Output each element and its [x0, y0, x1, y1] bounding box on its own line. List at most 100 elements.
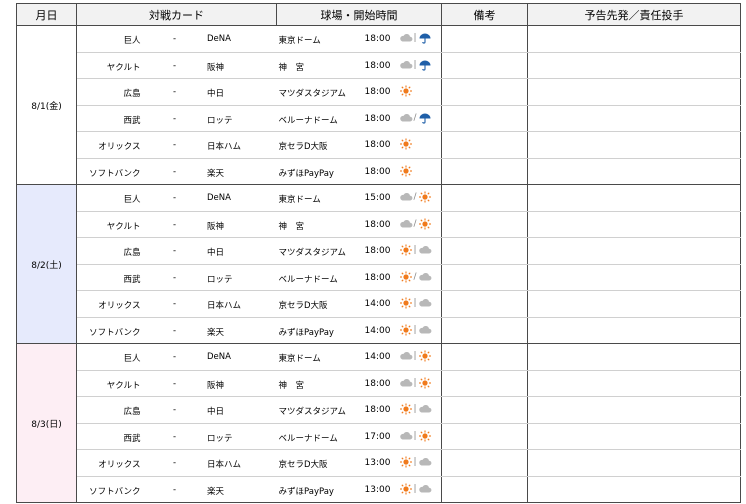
stadium: 京セラD大阪: [278, 460, 328, 471]
start-time: 14:00: [364, 325, 391, 336]
start-time: 18:00: [364, 166, 391, 177]
start-time: 18:00: [364, 246, 391, 257]
pitchers-cell: [527, 25, 741, 53]
pitchers-cell: [527, 78, 741, 106]
home-team: ソフトバンク: [89, 327, 141, 338]
home-team: ソフトバンク: [89, 168, 141, 179]
notes-cell: [441, 264, 528, 291]
weather-separator: |: [413, 377, 417, 388]
stadium: ベルーナドーム: [278, 274, 338, 285]
pitchers-cell: [527, 449, 741, 477]
sun-icon: [399, 297, 413, 309]
away-team: 日本ハム: [207, 460, 242, 471]
start-time: 13:00: [364, 458, 391, 469]
notes-cell: [441, 317, 528, 344]
sun-icon: [418, 377, 432, 389]
game-row: 西武 - ロッテ ベルーナドーム 17:00 |: [17, 423, 741, 450]
stadium: 神 宮: [278, 62, 305, 73]
sun-icon: [418, 218, 432, 230]
cloud-icon: [399, 191, 413, 203]
home-team: ヤクルト: [106, 380, 141, 391]
start-time: 17:00: [364, 431, 391, 442]
venue-cell: マツダスタジアム 18:00 |: [276, 396, 442, 424]
matchup-separator: -: [173, 272, 177, 283]
notes-cell: [441, 290, 528, 318]
cloud-icon: [399, 218, 413, 230]
start-time: 18:00: [364, 219, 391, 230]
notes-cell: [441, 343, 528, 371]
matchup-separator: -: [173, 60, 177, 71]
day-date: 8/2(土): [31, 260, 62, 271]
weather-separator: |: [413, 430, 417, 441]
pitchers-cell: [527, 343, 741, 371]
weather-slash: /: [413, 192, 417, 203]
pitchers-cell: [527, 396, 741, 424]
weather-forecast: [399, 138, 413, 150]
notes-cell: [441, 158, 528, 185]
stadium: みずほPayPay: [278, 486, 334, 497]
stadium: 京セラD大阪: [278, 301, 328, 312]
stadium: マツダスタジアム: [278, 248, 346, 259]
notes-cell: [441, 105, 528, 132]
matchup-cell: 西武 - ロッテ: [76, 264, 277, 291]
weather-forecast: [399, 165, 413, 177]
umbrella-icon: [418, 59, 432, 71]
pitchers-cell: [527, 105, 741, 132]
weather-separator: |: [413, 298, 417, 309]
matchup-cell: オリックス - 日本ハム: [76, 449, 277, 477]
matchup-cell: 巨人 - DeNA: [76, 343, 277, 371]
sun-icon: [399, 85, 413, 97]
venue-cell: 神 宮 18:00 |: [276, 52, 442, 79]
away-team: 中日: [207, 248, 225, 259]
schedule-table: 月日 対戦カード 球場・開始時間 備考 予告先発／責任投手 8/1(金) 巨人 - D…: [16, 3, 741, 503]
matchup-cell: オリックス - 日本ハム: [76, 131, 277, 159]
notes-cell: [441, 52, 528, 79]
sun-icon: [399, 403, 413, 415]
matchup-separator: -: [173, 431, 177, 442]
pitchers-cell: [527, 131, 741, 159]
weather-forecast: |: [399, 324, 432, 336]
game-row: 8/2(土) 巨人 - DeNA 東京ドーム 15:00 /: [16, 184, 741, 344]
pitchers-cell: [527, 370, 741, 397]
stadium: みずほPayPay: [278, 327, 334, 338]
stadium: マツダスタジアム: [278, 407, 346, 418]
day-date-cell: 8/3(日): [16, 343, 77, 503]
weather-forecast: /: [399, 218, 432, 230]
cloud-icon: [418, 403, 432, 415]
cloud-icon: [399, 430, 413, 442]
home-team: 西武: [123, 115, 141, 126]
weather-separator: |: [413, 351, 417, 362]
notes-cell: [441, 237, 528, 265]
game-row: オリックス - 日本ハム 京セラD大阪 13:00 |: [17, 449, 741, 477]
matchup-separator: -: [173, 299, 177, 310]
game-row: 8/3(日) 巨人 - DeNA 東京ドーム 14:00 |: [16, 343, 741, 503]
schedule-sheet: 月日 対戦カード 球場・開始時間 備考 予告先発／責任投手 8/1(金) 巨人 - D…: [16, 3, 741, 503]
home-team: 広島: [123, 248, 141, 259]
sun-icon: [399, 244, 413, 256]
stadium: ベルーナドーム: [278, 115, 338, 126]
matchup-separator: -: [173, 325, 177, 336]
matchup-cell: 広島 - 中日: [76, 396, 277, 424]
matchup-cell: ヤクルト - 阪神: [76, 370, 277, 397]
stadium: みずほPayPay: [278, 168, 334, 179]
header-notes: 備考: [441, 3, 528, 26]
pitchers-cell: [527, 264, 741, 291]
matchup-cell: 広島 - 中日: [76, 78, 277, 106]
matchup-separator: -: [173, 166, 177, 177]
game-row: オリックス - 日本ハム 京セラD大阪 14:00 |: [17, 290, 741, 318]
pitchers-cell: [527, 237, 741, 265]
weather-separator: |: [413, 245, 417, 256]
notes-cell: [441, 184, 528, 212]
home-team: 西武: [123, 433, 141, 444]
away-team: 中日: [207, 89, 225, 100]
weather-separator: |: [413, 324, 417, 335]
pitchers-cell: [527, 317, 741, 344]
sun-icon: [418, 191, 432, 203]
venue-cell: みずほPayPay 14:00 |: [276, 317, 442, 344]
start-time: 18:00: [364, 378, 391, 389]
notes-cell: [441, 476, 528, 503]
weather-forecast: /: [399, 191, 432, 203]
sun-icon: [418, 350, 432, 362]
stadium: 東京ドーム: [278, 354, 321, 365]
away-team: ロッテ: [207, 433, 233, 444]
